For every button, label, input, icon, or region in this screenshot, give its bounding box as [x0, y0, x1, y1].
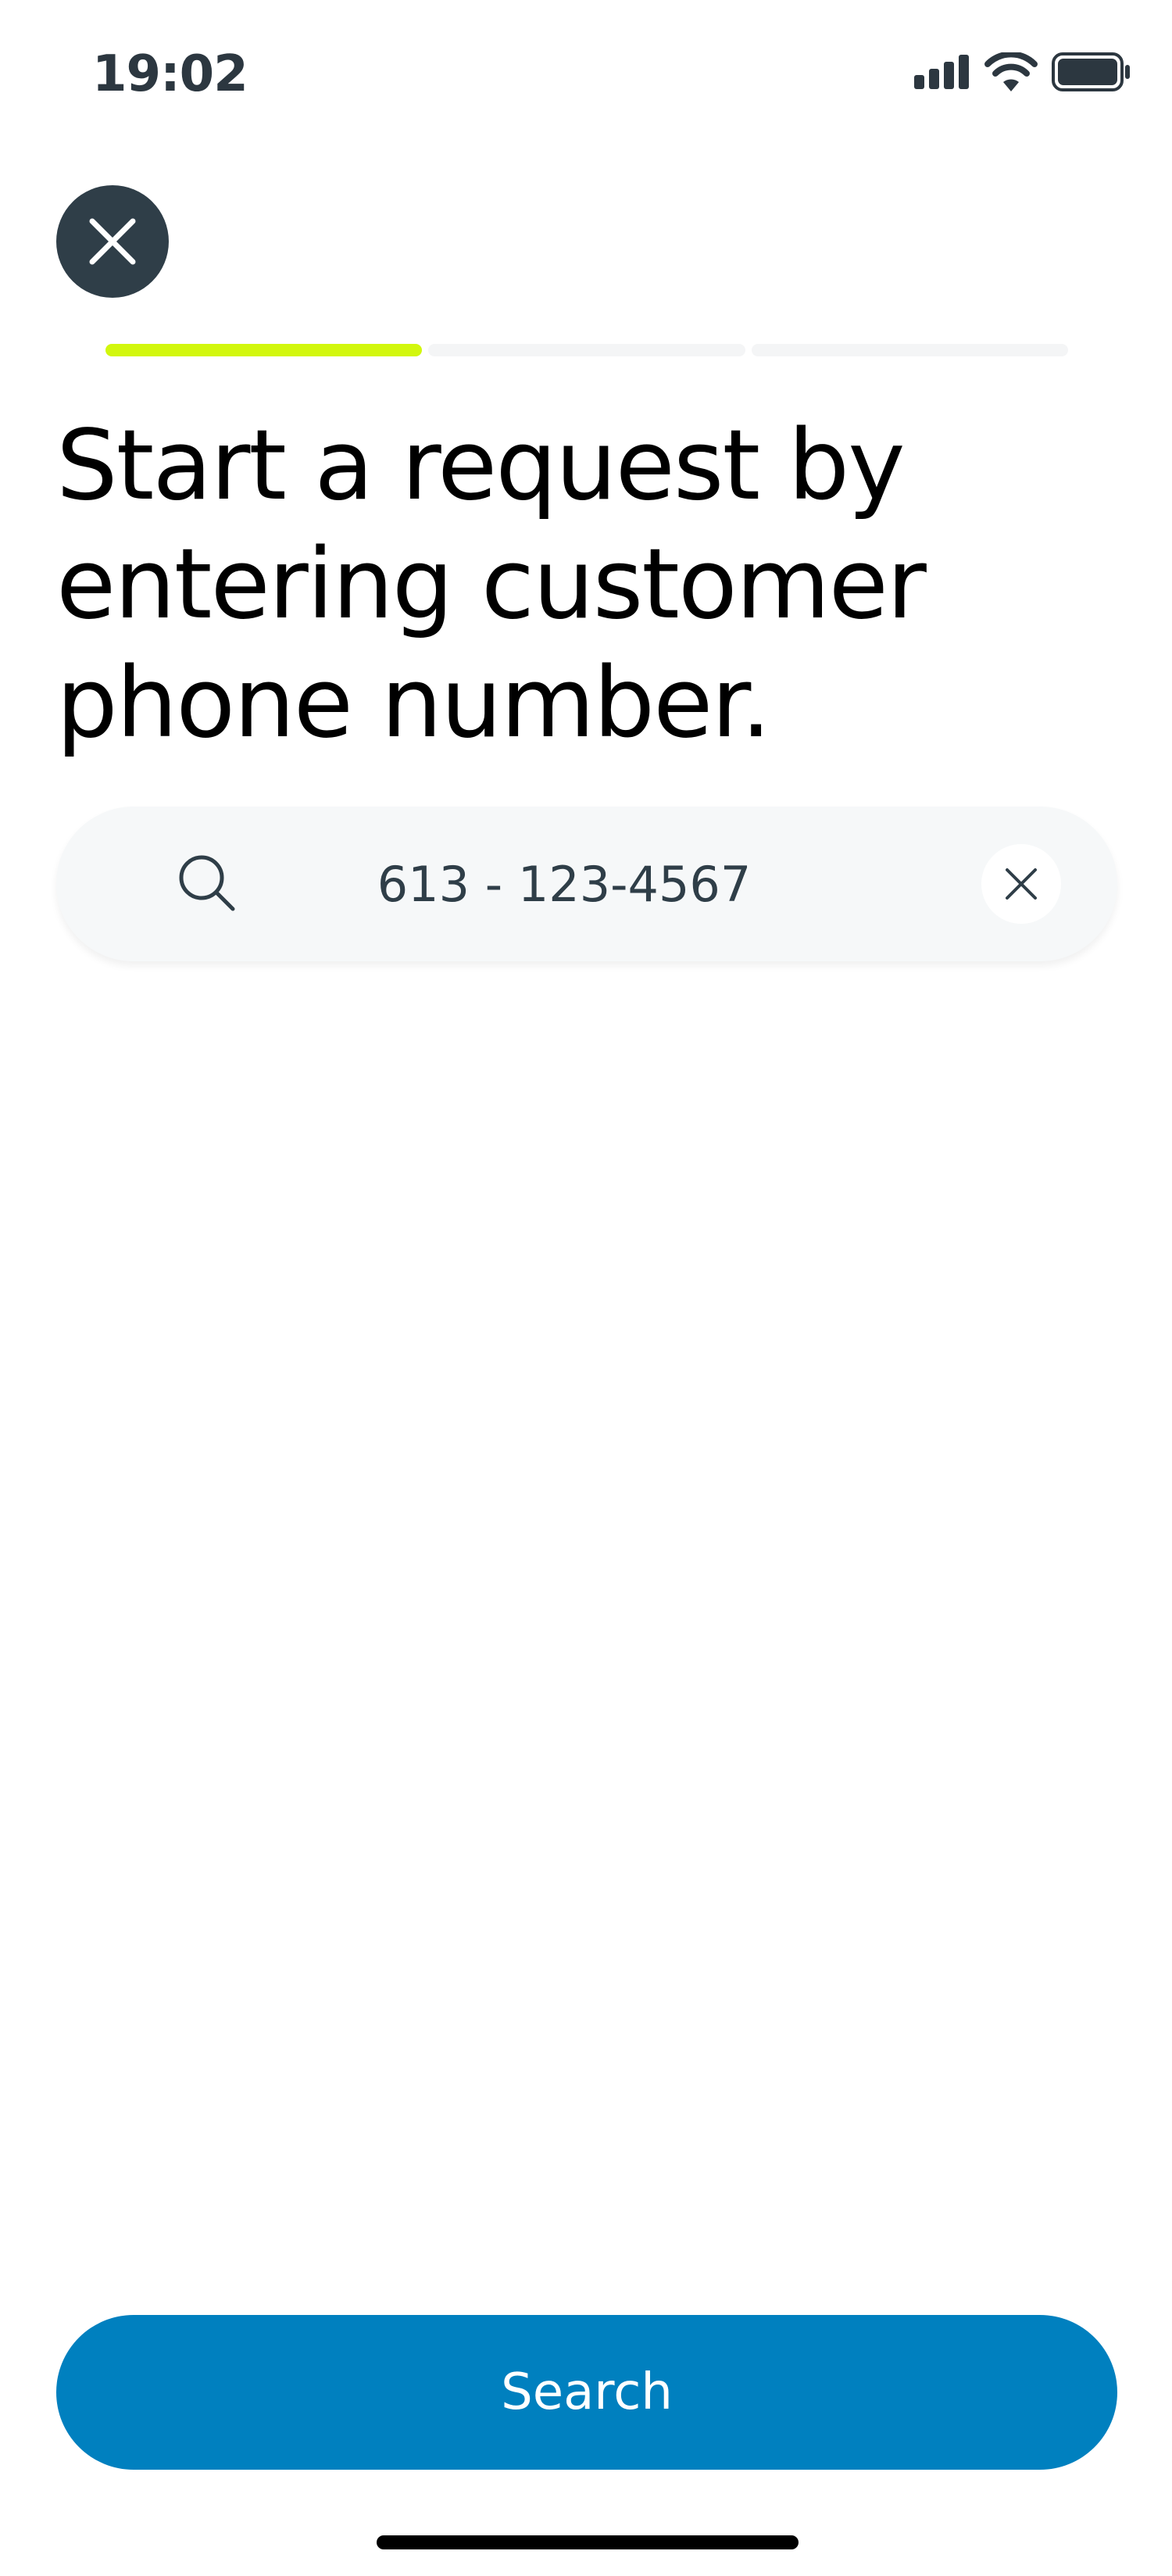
progress-step-2: [428, 344, 745, 356]
progress-step-1: [105, 344, 423, 356]
clear-input-button[interactable]: [981, 844, 1061, 924]
battery-icon: [1052, 52, 1130, 91]
close-icon: [89, 218, 136, 265]
search-button[interactable]: Search: [56, 2315, 1117, 2470]
close-button[interactable]: [56, 185, 169, 298]
wifi-icon: [984, 52, 1038, 91]
home-indicator: [377, 2535, 799, 2549]
search-icon: [179, 855, 235, 911]
status-bar: 19:02: [0, 0, 1172, 141]
progress-step-3: [751, 344, 1068, 356]
close-icon: [1006, 868, 1037, 900]
page-title: Start a request by entering customer pho…: [56, 410, 927, 760]
phone-number-input[interactable]: [275, 841, 853, 927]
status-time: 19:02: [92, 45, 248, 103]
status-icons: [914, 48, 1131, 95]
cellular-signal-icon: [914, 55, 969, 89]
phone-search-field[interactable]: [56, 807, 1117, 961]
step-progress: [105, 344, 1068, 356]
